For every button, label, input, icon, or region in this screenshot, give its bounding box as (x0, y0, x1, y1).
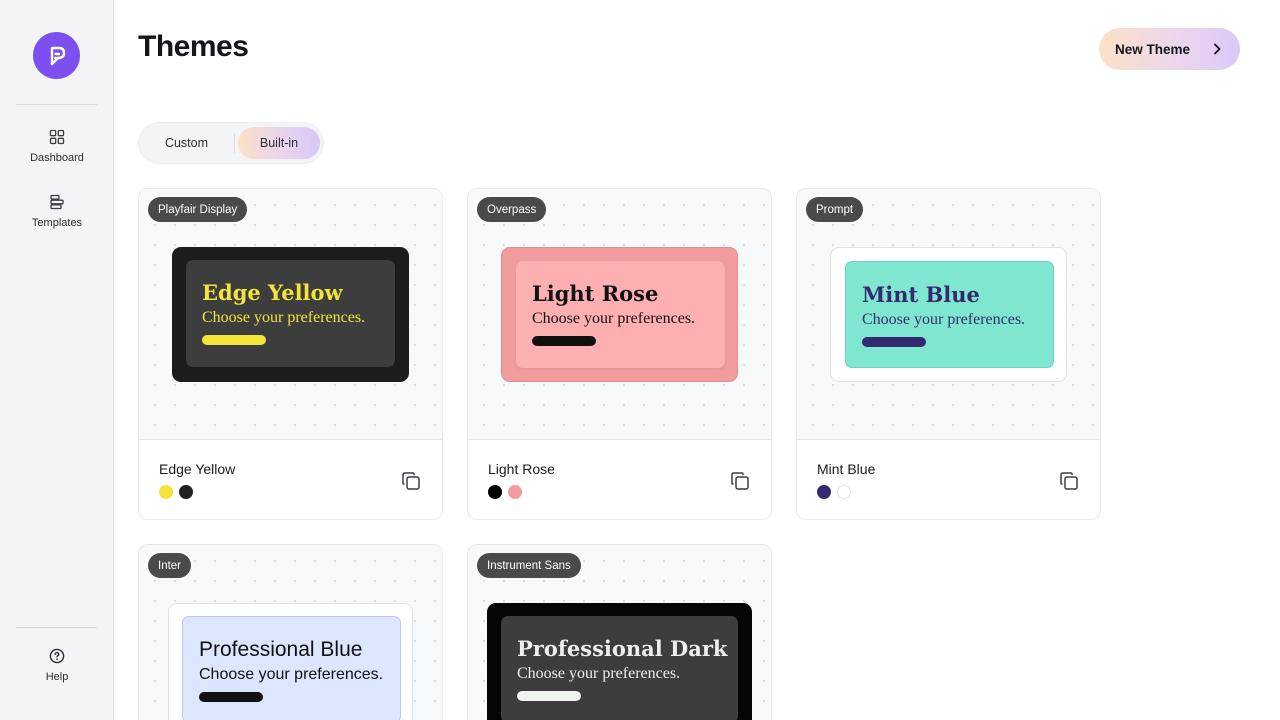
theme-name: Light Rose (488, 461, 555, 477)
color-swatch (508, 485, 522, 499)
new-theme-button[interactable]: New Theme (1099, 28, 1240, 70)
preview-button-bar (517, 691, 581, 701)
preview-outer-frame: Professional Dark Choose your preference… (487, 603, 752, 720)
help-icon (48, 647, 66, 665)
theme-card[interactable]: Inter Professional Blue Choose your pref… (138, 544, 443, 720)
duplicate-icon[interactable] (729, 470, 751, 492)
tab-built-in[interactable]: Built-in (238, 127, 320, 159)
preview-inner-card: Mint Blue Choose your preferences. (845, 261, 1054, 368)
preview-inner-card: Light Rose Choose your preferences. (516, 261, 725, 368)
color-swatches (817, 485, 851, 499)
preview-subtitle: Choose your preferences. (862, 311, 1026, 328)
preview-inner-card: Professional Dark Choose your preference… (501, 616, 738, 720)
color-swatch (817, 485, 831, 499)
theme-source-tabs: Custom Built-in (138, 122, 324, 164)
color-swatch (179, 485, 193, 499)
preview-button-bar (202, 335, 266, 345)
preview-title: Edge Yellow (202, 280, 343, 305)
color-swatch (837, 485, 851, 499)
font-badge: Inter (148, 553, 192, 578)
preview-subtitle: Choose your preferences. (202, 309, 366, 326)
sidebar-divider-top (16, 104, 97, 105)
preview-outer-frame: Professional Blue Choose your preference… (168, 603, 413, 720)
duplicate-icon[interactable] (400, 470, 422, 492)
preview-title: Light Rose (532, 281, 659, 306)
sidebar-divider-bottom (16, 627, 97, 628)
app: Dashboard Templates Help Themes New Them… (0, 0, 1280, 720)
sidebar-item-label: Help (45, 671, 69, 683)
color-swatch (488, 485, 502, 499)
dashboard-icon (48, 128, 66, 146)
preview-subtitle: Choose your preferences. (517, 665, 681, 682)
preview-button-bar (862, 337, 926, 347)
preview-title: Professional Dark (517, 636, 728, 661)
chevron-right-icon (1214, 43, 1221, 55)
preview-inner-card: Edge Yellow Choose your preferences. (186, 260, 395, 367)
color-swatch (159, 485, 173, 499)
sidebar: Dashboard Templates Help (0, 0, 114, 720)
font-badge: Overpass (477, 197, 547, 222)
preview-inner-card: Professional Blue Choose your preference… (182, 616, 401, 720)
font-badge: Instrument Sans (477, 553, 581, 578)
color-swatches (488, 485, 522, 499)
theme-preview: Prompt Mint Blue Choose your preferences… (797, 189, 1100, 440)
tab-separator (234, 133, 235, 153)
theme-card[interactable]: Overpass Light Rose Choose your preferen… (467, 188, 772, 520)
tab-custom[interactable]: Custom (143, 127, 230, 159)
preview-title: Mint Blue (862, 282, 980, 307)
templates-icon (48, 193, 66, 211)
preview-button-bar (199, 692, 263, 702)
preview-title: Professional Blue (199, 638, 363, 661)
preview-outer-frame: Light Rose Choose your preferences. (501, 247, 738, 382)
sidebar-item-label: Templates (31, 217, 83, 229)
logo-icon (50, 46, 65, 65)
color-swatches (159, 485, 193, 499)
theme-preview: Inter Professional Blue Choose your pref… (139, 545, 442, 720)
theme-name: Mint Blue (817, 461, 876, 477)
theme-preview: Playfair Display Edge Yellow Choose your… (139, 189, 442, 440)
logo[interactable] (33, 32, 80, 79)
font-badge: Playfair Display (148, 197, 248, 222)
preview-subtitle: Choose your preferences. (532, 310, 696, 327)
sidebar-item-templates[interactable]: Templates (0, 193, 114, 229)
duplicate-icon[interactable] (1058, 470, 1080, 492)
theme-card[interactable]: Prompt Mint Blue Choose your preferences… (796, 188, 1101, 520)
preview-outer-frame: Mint Blue Choose your preferences. (830, 247, 1067, 382)
preview-subtitle: Choose your preferences. (199, 666, 384, 683)
font-badge: Prompt (806, 197, 864, 222)
sidebar-item-dashboard[interactable]: Dashboard (0, 128, 114, 164)
sidebar-item-label: Dashboard (30, 152, 84, 164)
new-theme-label: New Theme (1115, 41, 1191, 57)
theme-name: Edge Yellow (159, 461, 236, 477)
preview-outer-frame: Edge Yellow Choose your preferences. (172, 247, 409, 382)
theme-preview: Instrument Sans Professional Dark Choose… (468, 545, 771, 720)
theme-preview: Overpass Light Rose Choose your preferen… (468, 189, 771, 440)
theme-card[interactable]: Instrument Sans Professional Dark Choose… (467, 544, 772, 720)
page-title: Themes (138, 30, 249, 63)
preview-button-bar (532, 336, 596, 346)
theme-card[interactable]: Playfair Display Edge Yellow Choose your… (138, 188, 443, 520)
sidebar-item-help[interactable]: Help (0, 647, 114, 683)
